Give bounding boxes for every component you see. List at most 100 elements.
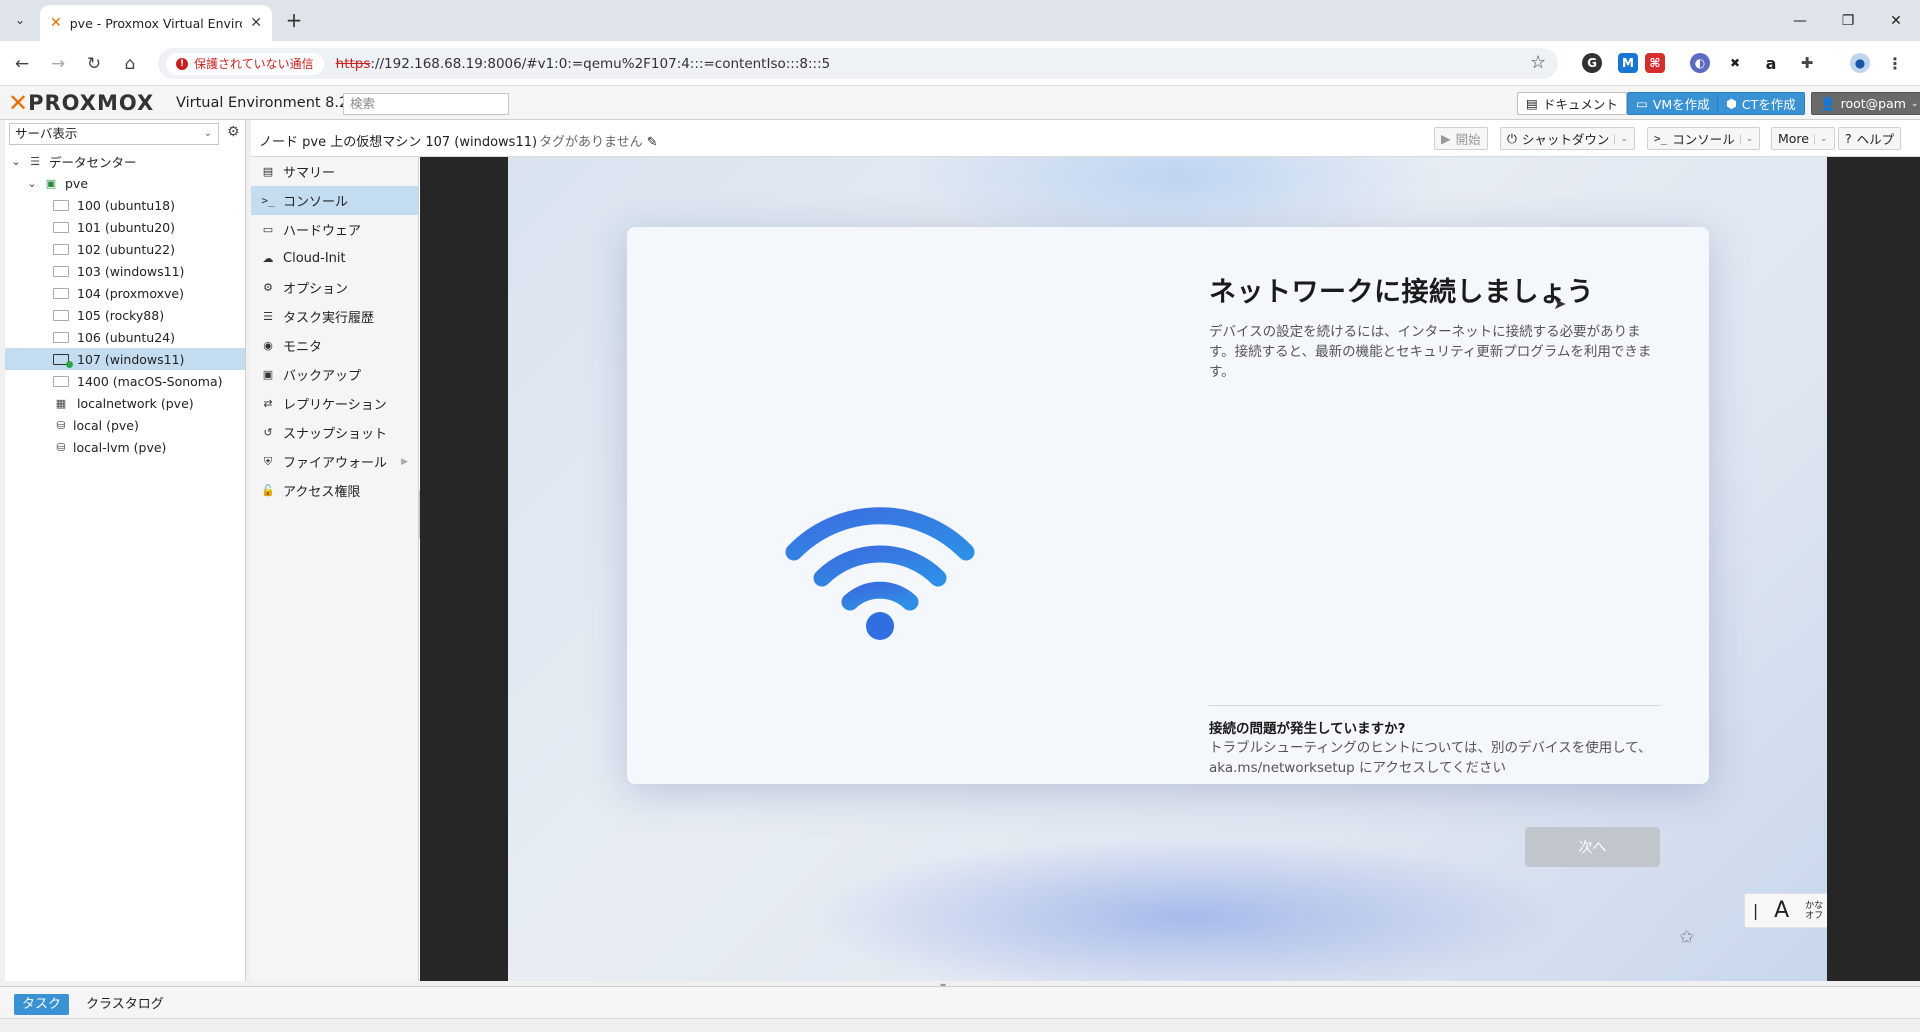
list-icon: ☰ [263, 310, 273, 323]
next-button[interactable]: 次へ [1525, 827, 1660, 867]
close-tab-icon[interactable]: ✕ [250, 15, 262, 31]
tree-vm-label: 105 (rocky88) [77, 307, 165, 323]
back-icon[interactable]: ← [8, 50, 36, 78]
vnc-console[interactable]: ネットワークに接続しましょう デバイスの設定を続けるには、インターネットに接続す… [420, 157, 1920, 981]
menu-backup[interactable]: ▣ バックアップ [251, 360, 418, 389]
new-tab-icon[interactable]: + [282, 8, 306, 32]
menu-permissions[interactable]: 🔓 アクセス権限 [251, 476, 418, 505]
chevron-down-icon[interactable]: ⌄ [1614, 133, 1628, 144]
pencil-icon[interactable]: ✎ [647, 135, 658, 150]
gear-icon[interactable]: ⚙ [227, 124, 240, 140]
browser-tabstrip: ⌄ ✕ pve - Proxmox Virtual Environm ✕ + —… [0, 0, 1920, 41]
tree-vm-100[interactable]: 100 (ubuntu18) [5, 194, 245, 216]
minimize-icon[interactable]: — [1776, 0, 1824, 41]
extension-m-icon[interactable]: M [1618, 53, 1638, 73]
browser-tab-active[interactable]: ✕ pve - Proxmox Virtual Environm ✕ [40, 5, 272, 41]
chevron-down-icon: ⌄ [1814, 133, 1828, 144]
tree-network[interactable]: ▦ localnetwork (pve) [5, 392, 245, 414]
create-vm-button[interactable]: ▭ VMを作成 [1627, 92, 1719, 115]
menu-label: レプリケーション [283, 398, 387, 413]
start-button[interactable]: ▶ 開始 [1434, 127, 1488, 150]
browser-tab-title: pve - Proxmox Virtual Environm [69, 15, 243, 31]
monitor-icon: ▭ [1636, 96, 1648, 111]
chevron-down-icon: ⌄ [1910, 98, 1919, 109]
log-grid-header [0, 1018, 1920, 1032]
security-chip[interactable]: ! 保護されていない通信 [166, 52, 324, 75]
docs-button[interactable]: ▤ ドキュメント [1517, 92, 1627, 115]
ime-kana-toggle[interactable]: かな オフ [1805, 901, 1823, 921]
tab-cluster-log[interactable]: クラスタログ [78, 994, 172, 1015]
extension-g-icon[interactable]: G [1582, 53, 1602, 73]
browser-menu-icon[interactable]: ⋮ [1885, 53, 1905, 73]
window-close-icon[interactable]: ✕ [1872, 0, 1920, 41]
tab-search-chevron-icon[interactable]: ⌄ [8, 8, 32, 32]
menu-options[interactable]: ⚙ オプション [251, 273, 418, 302]
vm-header: ノード pve 上の仮想マシン 107 (windows11) タグがありません… [251, 120, 1920, 157]
create-ct-button[interactable]: ⬢ CTを作成 [1717, 92, 1805, 115]
url-text[interactable]: https://192.168.68.19:8006/#v1:0:=qemu%2… [336, 56, 831, 72]
expand-icon[interactable]: ⌄ [11, 154, 21, 168]
eye-icon: ◉ [263, 339, 273, 352]
reload-icon[interactable]: ↻ [80, 50, 108, 78]
bookmark-star-icon[interactable]: ☆ [1530, 52, 1546, 73]
menu-hardware[interactable]: ▭ ハードウェア [251, 215, 418, 244]
proxmox-favicon-icon: ✕ [50, 15, 62, 31]
menu-label: アクセス権限 [283, 485, 361, 500]
tree-storage-local[interactable]: ⛁ local (pve) [5, 414, 245, 436]
help-button[interactable]: ? ヘルプ [1838, 127, 1902, 150]
tree-vm-label: 102 (ubuntu22) [77, 241, 176, 257]
extension-amazon-icon[interactable]: a [1761, 53, 1781, 73]
pve-search-input[interactable]: 検索 [343, 93, 509, 115]
background-glow [808, 837, 1568, 981]
menu-label: タスク実行履歴 [283, 311, 375, 326]
restore-icon[interactable]: ❐ [1824, 0, 1872, 41]
tree-vm-105[interactable]: 105 (rocky88) [5, 304, 245, 326]
menu-snapshot[interactable]: ↺ スナップショット [251, 418, 418, 447]
tree-vm-102[interactable]: 102 (ubuntu22) [5, 238, 245, 260]
tree-vm-1400[interactable]: 1400 (macOS-Sonoma) [5, 370, 245, 392]
tree-storage-local-lvm[interactable]: ⛁ local-lvm (pve) [5, 436, 245, 458]
forward-icon[interactable]: → [44, 50, 72, 78]
extension-pdf-icon[interactable]: ⌘ [1645, 53, 1665, 73]
accessibility-icon[interactable]: ✩ [1679, 927, 1694, 948]
more-button[interactable]: More ⌄ [1771, 127, 1835, 150]
menu-label: コンソール [283, 195, 349, 210]
menu-replication[interactable]: ⇄ レプリケーション [251, 389, 418, 418]
trouble-text: トラブルシューティングのヒントについては、別のデバイスを使用して、aka.ms/… [1209, 740, 1652, 776]
address-bar[interactable]: ! 保護されていない通信 https://192.168.68.19:8006/… [158, 48, 1558, 79]
expand-icon[interactable]: ⌄ [27, 176, 37, 190]
menu-monitor[interactable]: ◉ モニタ [251, 331, 418, 360]
help-label: ヘルプ [1856, 132, 1895, 147]
console-button[interactable]: >_ コンソール ⌄ [1647, 127, 1761, 150]
menu-task-history[interactable]: ☰ タスク実行履歴 [251, 302, 418, 331]
view-selector[interactable]: サーバ表示 ⌄ [9, 123, 219, 145]
tree-vm-106[interactable]: 106 (ubuntu24) [5, 326, 245, 348]
tags-area[interactable]: タグがありません ✎ [539, 131, 658, 150]
menu-firewall[interactable]: ⛨ ファイアウォール ▶ [251, 447, 418, 476]
chevron-down-icon[interactable]: ⌄ [1739, 133, 1753, 144]
vm-icon [53, 331, 69, 343]
ime-indicator[interactable]: | A かな オフ [1744, 893, 1827, 928]
tree-vm-103[interactable]: 103 (windows11) [5, 260, 245, 282]
tree-datacenter-label: データセンター [49, 154, 137, 170]
user-menu-button[interactable]: 👤 root@pam ⌄ [1811, 92, 1920, 115]
tree-vm-107[interactable]: 107 (windows11) [5, 348, 245, 370]
tree-datacenter[interactable]: ⌄ ☰ データセンター [5, 150, 245, 172]
tree-vm-101[interactable]: 101 (ubuntu20) [5, 216, 245, 238]
menu-cloudinit[interactable]: ☁ Cloud-Init [251, 244, 418, 273]
extension-x-icon[interactable]: ✖ [1725, 53, 1745, 73]
tab-tasks[interactable]: タスク [14, 994, 70, 1015]
profile-avatar-icon[interactable]: ● [1850, 53, 1870, 73]
extensions-puzzle-icon[interactable]: ✚ [1797, 53, 1817, 73]
vm-screen[interactable]: ネットワークに接続しましょう デバイスの設定を続けるには、インターネットに接続す… [508, 157, 1827, 981]
home-icon[interactable]: ⌂ [116, 50, 144, 78]
extension-compass-icon[interactable]: ◐ [1690, 53, 1710, 73]
user-label: root@pam [1840, 96, 1906, 111]
shutdown-button[interactable]: ⏻ シャットダウン ⌄ [1500, 127, 1635, 150]
cube-icon: ⬢ [1726, 96, 1737, 111]
tree-node-pve[interactable]: ⌄ ▣ pve [5, 172, 245, 194]
menu-summary[interactable]: ▤ サマリー [251, 157, 418, 186]
tree-vm-104[interactable]: 104 (proxmoxve) [5, 282, 245, 304]
menu-console[interactable]: >_ コンソール [251, 186, 418, 215]
start-label: 開始 [1455, 132, 1481, 147]
